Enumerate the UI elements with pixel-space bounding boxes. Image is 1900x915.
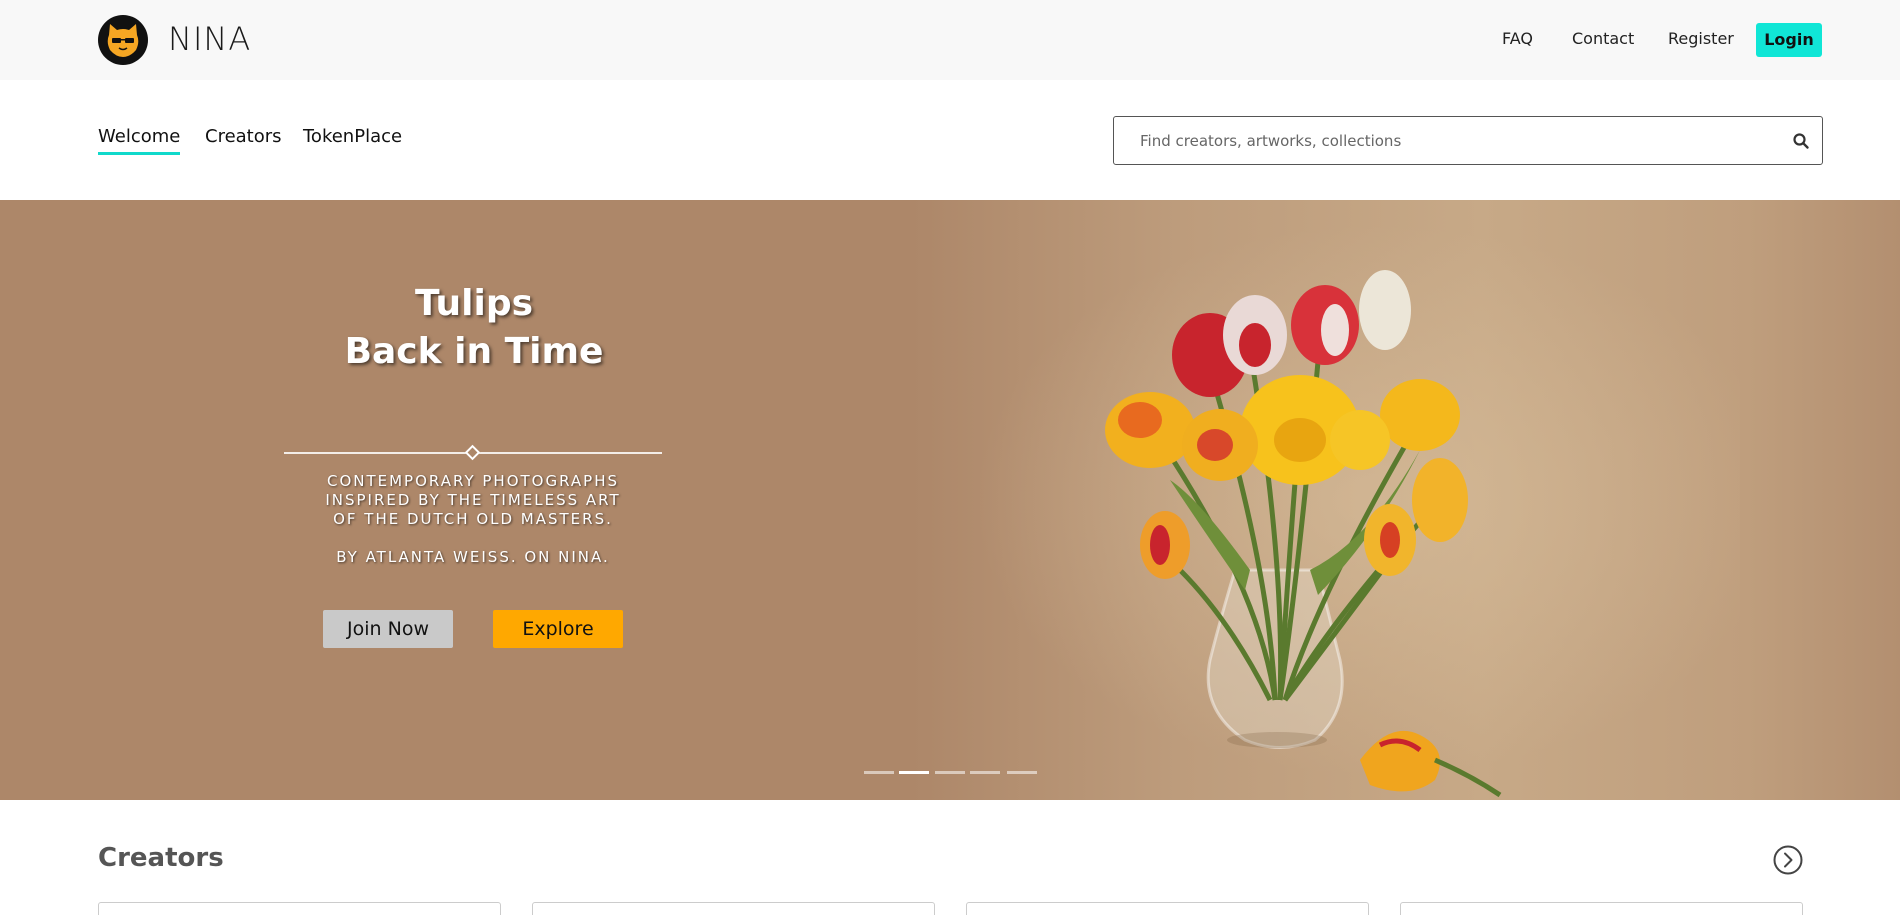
tulips-vase-image: [1105, 270, 1502, 798]
brand-name[interactable]: NINA: [168, 20, 251, 58]
hero-byline: BY ATLANTA WEISS. ON NINA.: [336, 548, 610, 566]
carousel-dot-4[interactable]: [970, 771, 1000, 774]
search-placeholder: Find creators, artworks, collections: [1140, 132, 1402, 150]
carousel-dot-5[interactable]: [1007, 771, 1037, 774]
explore-button[interactable]: Explore: [493, 610, 623, 648]
hero-title-line2: Back in Time: [344, 331, 604, 372]
faq-link[interactable]: FAQ: [1502, 29, 1533, 48]
creator-card[interactable]: [532, 902, 935, 915]
tab-creators[interactable]: Creators: [205, 126, 282, 147]
top-bar: NINA FAQ Contact Register Login: [0, 0, 1900, 80]
search-input[interactable]: Find creators, artworks, collections: [1113, 116, 1823, 165]
carousel-dot-2[interactable]: [899, 771, 929, 774]
creators-section-title: Creators: [98, 843, 224, 873]
search-icon[interactable]: [1792, 132, 1810, 150]
login-button[interactable]: Login: [1756, 23, 1822, 57]
hero-subtitle-line2: INSPIRED BY THE TIMELESS ART: [325, 491, 621, 509]
hero-subtitle-line1: CONTEMPORARY PHOTOGRAPHS: [326, 472, 620, 490]
hero-title-line1: Tulips: [414, 283, 534, 324]
creator-card[interactable]: [966, 902, 1369, 915]
tab-welcome[interactable]: Welcome: [98, 126, 181, 155]
cat-logo-icon[interactable]: [98, 15, 148, 65]
hero-banner: Tulips Back in Time CONTEMPORARY PHOTOGR…: [0, 200, 1900, 800]
creator-card[interactable]: [98, 902, 501, 915]
chevron-right-circle-icon[interactable]: [1773, 845, 1803, 875]
creator-card[interactable]: [1400, 902, 1803, 915]
hero-subtitle-line3: OF THE DUTCH OLD MASTERS.: [333, 510, 613, 528]
tab-tokenplace[interactable]: TokenPlace: [303, 126, 402, 147]
contact-link[interactable]: Contact: [1572, 29, 1634, 48]
carousel-dot-1[interactable]: [864, 771, 894, 774]
diamond-ornament-icon: [464, 444, 481, 461]
join-now-button[interactable]: Join Now: [323, 610, 453, 648]
register-link[interactable]: Register: [1668, 29, 1734, 48]
carousel-dot-3[interactable]: [935, 771, 965, 774]
